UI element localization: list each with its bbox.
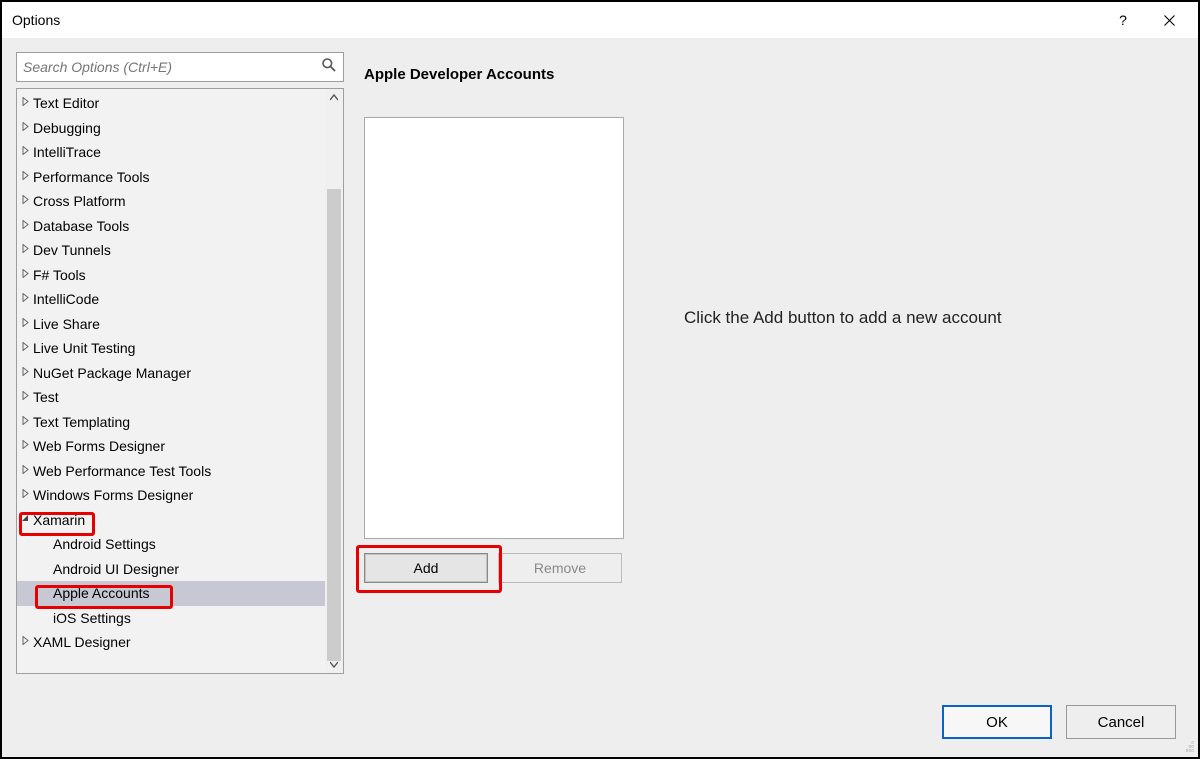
tree-item-label: Text Editor [33,95,99,111]
tree-item-label: IntelliTrace [33,144,101,160]
chevron-right-icon [19,122,31,134]
search-input[interactable] [23,59,321,75]
tree-item-apple-accounts[interactable]: Apple Accounts [17,581,343,606]
tree-item-label: Live Share [33,316,100,332]
chevron-right-icon [19,465,31,477]
chevron-right-icon [19,367,31,379]
resize-grip[interactable]: ▫▫▫▫▫▫ [1182,741,1194,753]
titlebar: Options ? [2,2,1198,38]
tree-item-label: iOS Settings [53,610,131,626]
close-button[interactable] [1146,5,1192,35]
chevron-right-icon [19,416,31,428]
chevron-right-icon [19,269,31,281]
tree-item-test[interactable]: Test [17,385,343,410]
tree-item-nuget-package-manager[interactable]: NuGet Package Manager [17,361,343,386]
tree-item-xamarin[interactable]: Xamarin [17,508,343,533]
tree-item-label: XAML Designer [33,634,131,650]
tree-item-label: Text Templating [33,414,130,430]
tree-item-performance-tools[interactable]: Performance Tools [17,165,343,190]
tree-item-label: Xamarin [33,512,85,528]
tree-item-intellitrace[interactable]: IntelliTrace [17,140,343,165]
chevron-right-icon [19,171,31,183]
chevron-right-icon [19,318,31,330]
tree-item-label: Test [33,389,59,405]
tree-item-label: F# Tools [33,267,86,283]
close-icon [1164,15,1175,26]
tree-item-database-tools[interactable]: Database Tools [17,214,343,239]
tree-item-label: Database Tools [33,218,129,234]
tree-item-ios-settings[interactable]: iOS Settings [17,606,343,631]
help-button[interactable]: ? [1100,5,1146,35]
chevron-right-icon [19,636,31,648]
options-tree: Text Editor Debugging IntelliTrace Performa… [16,88,344,674]
tree-item-intellicode[interactable]: IntelliCode [17,287,343,312]
remove-button: Remove [498,553,622,583]
tree-item-label: Dev Tunnels [33,242,111,258]
scroll-thumb[interactable] [327,189,341,661]
tree-item-label: Apple Accounts [53,585,150,601]
cancel-button[interactable]: Cancel [1066,705,1176,739]
tree-item-label: NuGet Package Manager [33,365,191,381]
chevron-right-icon [19,244,31,256]
tree-item-label: Performance Tools [33,169,149,185]
panel-header: Apple Developer Accounts [364,66,1184,83]
settings-panel: Apple Developer Accounts Click the Add b… [364,52,1184,682]
tree-item-label: IntelliCode [33,291,99,307]
tree-item-web-performance-test-tools[interactable]: Web Performance Test Tools [17,459,343,484]
scrollbar[interactable] [325,89,343,673]
tree-item-label: Web Performance Test Tools [33,463,211,479]
chevron-right-icon [19,146,31,158]
tree-item-label: Live Unit Testing [33,340,135,356]
chevron-right-icon [19,220,31,232]
scroll-up-button[interactable] [325,89,343,107]
chevron-right-icon [19,489,31,501]
search-box[interactable] [16,52,344,82]
chevron-down-icon [19,514,31,526]
chevron-right-icon [19,342,31,354]
chevron-right-icon [19,391,31,403]
tree-item-label: Cross Platform [33,193,126,209]
tree-item-label: Web Forms Designer [33,438,165,454]
hint-text: Click the Add button to add a new accoun… [684,308,1002,328]
tree-item-cross-platform[interactable]: Cross Platform [17,189,343,214]
tree-item-web-forms-designer[interactable]: Web Forms Designer [17,434,343,459]
tree-item-xaml-designer[interactable]: XAML Designer [17,630,343,655]
ok-button[interactable]: OK [942,705,1052,739]
tree-item-text-editor[interactable]: Text Editor [17,91,343,116]
tree-item-live-unit-testing[interactable]: Live Unit Testing [17,336,343,361]
window-title: Options [12,12,60,28]
tree-item-label: Debugging [33,120,101,136]
tree-item-dev-tunnels[interactable]: Dev Tunnels [17,238,343,263]
search-icon [321,57,337,77]
scroll-down-button[interactable] [325,655,343,673]
chevron-right-icon [19,293,31,305]
accounts-list[interactable] [364,117,624,539]
chevron-right-icon [19,195,31,207]
tree-item-label: Windows Forms Designer [33,487,193,503]
tree-item-android-settings[interactable]: Android Settings [17,532,343,557]
tree-item-android-ui-designer[interactable]: Android UI Designer [17,557,343,582]
tree-item-debugging[interactable]: Debugging [17,116,343,141]
tree-item-live-share[interactable]: Live Share [17,312,343,337]
chevron-right-icon [19,440,31,452]
chevron-right-icon [19,97,31,109]
tree-item-windows-forms-designer[interactable]: Windows Forms Designer [17,483,343,508]
add-button[interactable]: Add [364,553,488,583]
tree-item-text-templating[interactable]: Text Templating [17,410,343,435]
tree-item-label: Android Settings [53,536,156,552]
tree-item-label: Android UI Designer [53,561,179,577]
tree-item-f-tools[interactable]: F# Tools [17,263,343,288]
